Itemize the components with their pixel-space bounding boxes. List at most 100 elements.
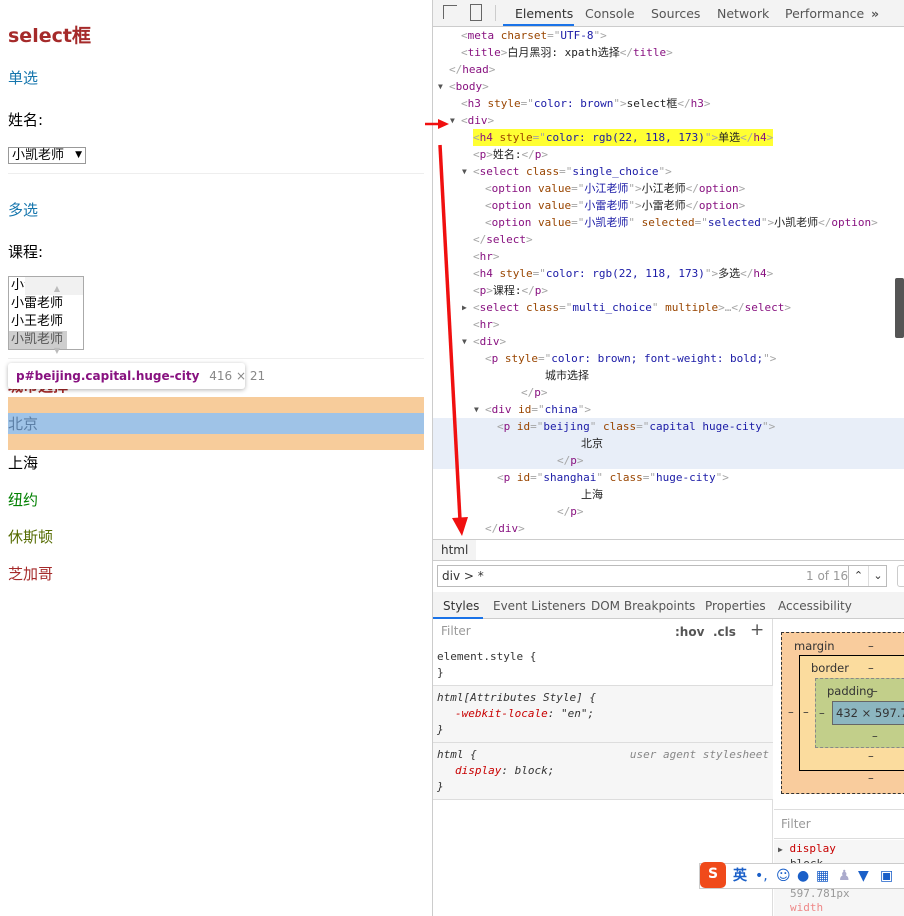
computed-filter-input[interactable]: Filter [774,809,904,839]
css-property[interactable]: display [455,764,501,777]
dom-node-line[interactable]: </select> [433,231,904,248]
code-token: p [570,454,577,467]
dom-node-line[interactable]: </head> [433,61,904,78]
search-prev-icon[interactable]: ⌃ [848,566,868,586]
multi-choice-listbox[interactable]: 小江老师 小雷老师 小王老师 小凯老师 ▲▼ [8,276,84,355]
dom-node-line[interactable]: <hr> [433,248,904,265]
dom-node-line[interactable]: ▼ <select class="single_choice"> [433,163,904,180]
collapse-triangle-icon[interactable]: ▼ [450,112,455,129]
tab-dom-breakpoints[interactable]: DOM Breakpoints [591,599,695,613]
code-token: < [473,148,480,161]
skin-icon[interactable]: ▼ [858,864,869,888]
rule-close: } [437,723,444,736]
search-next-icon[interactable]: ⌄ [868,566,887,586]
sogou-logo-icon[interactable]: S [700,862,726,888]
dom-node-line[interactable]: <meta charset="UTF-8"> [433,27,904,44]
dom-node-line[interactable]: <hr> [433,316,904,333]
code-token: charset [500,29,548,42]
code-token: 小雷老师 [641,199,686,212]
tab-sources[interactable]: Sources [651,6,700,21]
dom-node-line[interactable]: ▼ <div> [433,112,904,129]
dom-node-line[interactable]: ▼ <div> [433,333,904,350]
code-token: huge-city [655,471,716,484]
dom-node-line[interactable]: </p> [433,503,904,520]
ime-mode[interactable]: 英 [733,864,747,888]
tab-console[interactable]: Console [585,6,635,21]
tab-performance[interactable]: Performance [785,6,864,21]
tab-event-listeners[interactable]: Event Listeners [493,599,586,613]
dom-node-line[interactable]: <option value="小凯老师" selected="selected"… [433,214,904,231]
dom-node-line[interactable]: </div> [433,520,904,537]
rule-source[interactable]: user agent stylesheet [630,747,769,763]
tab-accessibility[interactable]: Accessibility [778,599,852,613]
devtools-panel: Elements Console Sources Network Perform… [432,0,904,916]
dom-node-line[interactable]: <p>姓名:</p> [433,146,904,163]
new-rule-icon[interactable]: + [750,620,764,640]
box-model-content: 432 × 597.78 [832,701,904,725]
code-token: "> [763,352,777,365]
dom-node-line[interactable]: <h4 style="color: rgb(22, 118, 173)">多选<… [433,265,904,282]
ime-punct[interactable]: •, [755,864,768,888]
code-token: 课程: [492,284,522,297]
dom-node-line[interactable]: ▶ <select class="multi_choice" multiple>…… [433,299,904,316]
computed-value: 597.781px [790,887,850,900]
tab-network[interactable]: Network [717,6,769,21]
emoji-icon[interactable]: ☺ [776,864,791,888]
dom-node-line[interactable]: 北京 [433,435,904,452]
dom-node-line[interactable]: </p> [433,452,904,469]
dom-node-line[interactable]: ▼ <div id="china"> [433,401,904,418]
dom-search-input[interactable]: div > * 1 of 16 ⌃ ⌄ [437,565,887,587]
scrollbar-thumb[interactable] [895,278,904,338]
dom-node-line[interactable]: 城市选择 [433,367,904,384]
tab-elements[interactable]: Elements [515,6,573,21]
user-icon[interactable]: ♟ [838,864,851,888]
dom-node-line[interactable]: <title>白月黑羽: xpath选择</title> [433,44,904,61]
dom-node-line[interactable]: <h3 style="color: brown">select框</h3> [433,95,904,112]
device-toggle-icon[interactable] [470,4,482,21]
styles-filter-input[interactable]: Filter [437,622,665,641]
inspect-element-icon[interactable] [443,5,457,19]
expand-triangle-icon[interactable]: ▶ [778,845,783,854]
code-token: 小凯老师 [774,216,819,229]
css-value[interactable]: block; [515,764,555,777]
microphone-icon[interactable]: ● [797,864,809,888]
collapse-triangle-icon[interactable]: ▼ [462,163,467,180]
css-property[interactable]: -webkit-locale [455,707,548,720]
dom-node-line[interactable]: <p id="shanghai" class="huge-city"> [433,469,904,486]
city-item: 纽约 [8,491,39,509]
expand-triangle-icon[interactable]: ▶ [462,299,467,316]
dom-node-line[interactable]: <option value="小江老师">小江老师</option> [433,180,904,197]
dom-node-line[interactable]: <option value="小雷老师">小雷老师</option> [433,197,904,214]
tab-styles[interactable]: Styles [443,599,479,613]
dom-node-markup: </p> [521,384,548,401]
css-value[interactable]: "en"; [561,707,594,720]
tab-properties[interactable]: Properties [705,599,766,613]
dom-node-line[interactable]: <h4 style="color: rgb(22, 118, 173)">单选<… [433,129,904,146]
dom-node-line[interactable]: 上海 [433,486,904,503]
keyboard-icon[interactable]: ▦ [816,864,829,888]
collapse-triangle-icon[interactable]: ▼ [438,78,443,95]
code-token: div [498,522,519,535]
code-token: body [455,80,483,93]
padding-bottom-value: – [872,729,878,743]
listbox-option[interactable]: 小王老师 [9,313,67,331]
collapse-triangle-icon[interactable]: ▼ [474,401,479,418]
code-token: "> [628,199,642,212]
search-cancel-button[interactable] [897,565,904,587]
code-token: value [537,199,572,212]
hov-button[interactable]: :hov [675,625,704,639]
listbox-scrollbar[interactable]: ▲ ▼ [25,277,83,355]
collapse-triangle-icon[interactable]: ▼ [462,333,467,350]
dom-node-markup: <p id="shanghai" class="huge-city"> [497,469,729,486]
code-token: </ [685,199,699,212]
toolbox-icon[interactable]: ▣ [880,864,893,888]
cls-button[interactable]: .cls [713,625,736,639]
breadcrumb-html[interactable]: html [433,540,477,560]
more-tabs-icon[interactable]: » [871,6,879,21]
single-choice-select[interactable]: 小凯老师 ▼ [8,147,86,164]
dom-node-line[interactable]: <p>课程:</p> [433,282,904,299]
dom-node-line[interactable]: <p id="beijing" class="capital huge-city… [433,418,904,435]
dom-node-line[interactable]: ▼ <body> [433,78,904,95]
dom-node-line[interactable]: </p> [433,384,904,401]
dom-node-line[interactable]: <p style="color: brown; font-weight: bol… [433,350,904,367]
